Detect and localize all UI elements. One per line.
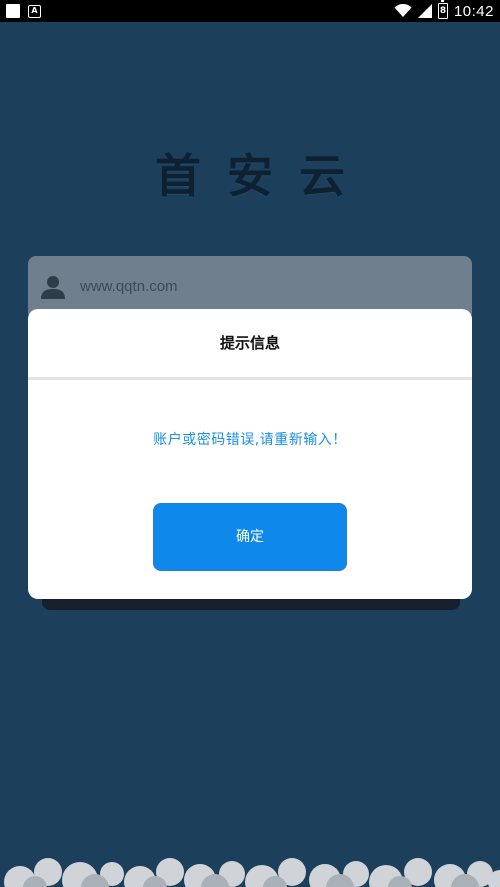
status-bar: A 8 10:42 [0, 0, 500, 22]
cloud-decoration [4, 858, 500, 887]
wifi-icon [394, 4, 412, 17]
dialog-title: 提示信息 [219, 334, 280, 352]
square-notification-icon [6, 4, 20, 18]
username-placeholder: www.qqtn.com [80, 278, 178, 295]
user-icon [41, 276, 65, 299]
dialog-message: 账户或密码错误,请重新输入！ [153, 432, 347, 448]
battery-label: 8 [439, 6, 447, 16]
a-box-icon: A [28, 4, 41, 18]
alert-dialog: 提示信息 账户或密码错误,请重新输入！ 确定 [28, 309, 472, 599]
battery-icon: 8 [437, 0, 448, 19]
dialog-divider [28, 377, 472, 380]
signal-icon [417, 4, 432, 18]
status-time: 10:42 [453, 2, 494, 20]
brand-title: 首安云 [155, 149, 371, 203]
confirm-button[interactable]: 确定 [153, 503, 347, 571]
